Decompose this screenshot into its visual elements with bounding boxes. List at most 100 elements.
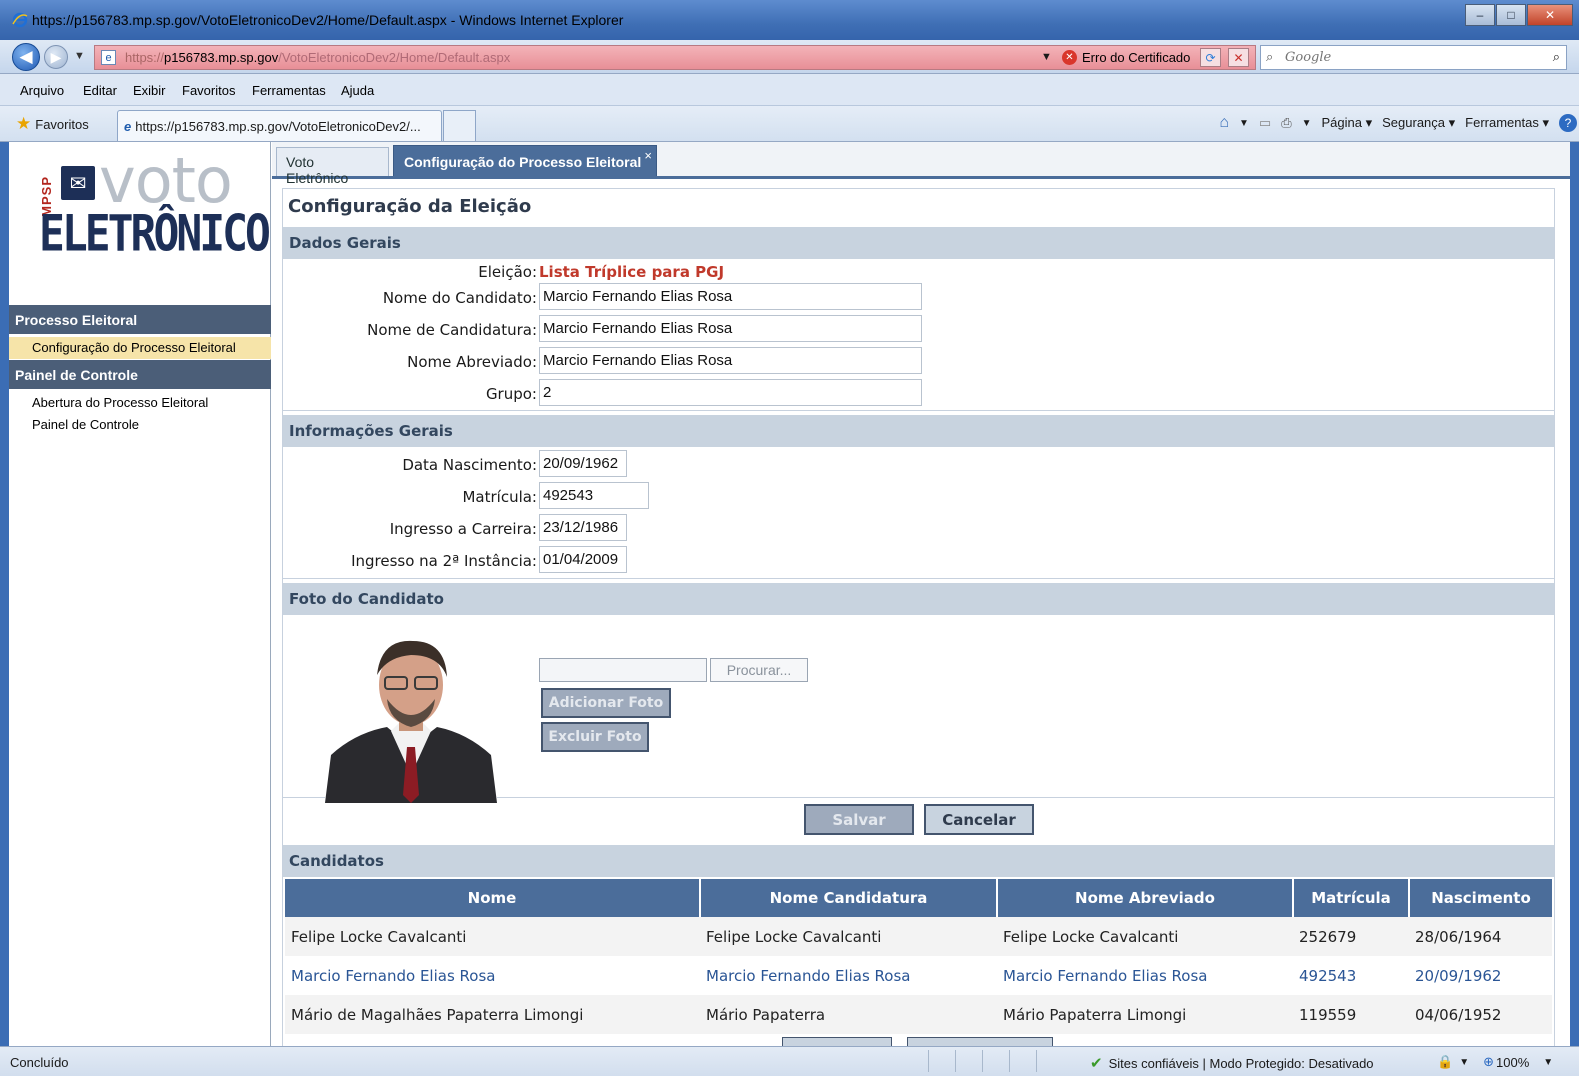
grupo-label: Grupo: <box>485 385 537 403</box>
ballot-box-icon: ✉ <box>61 166 95 200</box>
column-header-nome-candidatura[interactable]: Nome Candidatura <box>700 879 998 917</box>
nome-candidatura-field[interactable] <box>539 315 922 342</box>
menu-arquivo[interactable]: Arquivo <box>20 83 64 98</box>
ingresso-segunda-instancia-field[interactable] <box>539 546 627 573</box>
status-bar: Concluído ✔ Sites confiáveis | Modo Prot… <box>0 1046 1579 1076</box>
zoom-icon[interactable]: ⊕ <box>1483 1054 1494 1070</box>
tab-configuracao[interactable]: Configuração do Processo Eleitoral × <box>393 145 657 176</box>
data-nascimento-field[interactable] <box>539 450 627 477</box>
page-title: Configuração da Eleição <box>288 196 532 217</box>
home-dropdown-icon[interactable]: ▼ <box>1239 118 1249 129</box>
status-separators <box>928 1050 1063 1072</box>
cell-nome: Felipe Locke Cavalcanti <box>285 917 700 956</box>
menu-editar[interactable]: Editar <box>83 83 117 98</box>
zoom-level[interactable]: 100% <box>1496 1055 1529 1070</box>
delete-photo-button[interactable]: Excluir Foto <box>541 722 649 752</box>
voto-eletronico-logo: MPSP ✉ voto ELETRÔNICO <box>39 150 271 266</box>
url-path: /VotoEletronicoDev2/Home/Default.aspx <box>278 50 511 65</box>
matricula-label: Matrícula: <box>462 488 537 506</box>
recent-pages-dropdown-icon[interactable]: ▼ <box>74 50 85 62</box>
tab-close-icon[interactable]: × <box>644 148 652 163</box>
nome-candidatura-label: Nome de Candidatura: <box>367 321 537 339</box>
close-window-button[interactable]: ✕ <box>1527 4 1573 26</box>
column-header-nascimento[interactable]: Nascimento <box>1409 879 1552 917</box>
maximize-button[interactable]: □ <box>1496 4 1526 26</box>
minimize-button[interactable]: – <box>1465 4 1495 26</box>
column-header-matricula[interactable]: Matrícula <box>1293 879 1410 917</box>
zone-dropdown-icon[interactable]: ▼ <box>1459 1057 1469 1068</box>
foto-candidato-body: Procurar... Adicionar Foto Excluir Foto <box>283 615 1554 803</box>
command-bar: ⌂ ▼ ▭ ⎙ ▼ Página ▾ Segurança ▾ Ferrament… <box>1219 114 1579 132</box>
feeds-icon[interactable]: ▭ <box>1259 115 1271 131</box>
sidebar-item-abertura[interactable]: Abertura do Processo Eleitoral <box>9 392 271 414</box>
column-header-nome-abreviado[interactable]: Nome Abreviado <box>997 879 1294 917</box>
search-box[interactable]: ⌕ ⌕ <box>1260 45 1567 70</box>
home-icon[interactable]: ⌂ <box>1219 114 1229 132</box>
logo-voto-text: voto <box>99 144 233 217</box>
menu-bar: Arquivo Editar Exibir Favoritos Ferramen… <box>0 74 1579 106</box>
nome-abreviado-field[interactable] <box>539 347 922 374</box>
section-foto-candidato: Foto do Candidato <box>283 583 1554 615</box>
favorites-bar: ★ Favoritos e https://p156783.mp.sp.gov/… <box>0 106 1579 142</box>
cell-matricula: 252679 <box>1293 917 1409 956</box>
zoom-dropdown-icon[interactable]: ▼ <box>1543 1057 1553 1068</box>
forward-button[interactable]: ▶ <box>44 45 68 69</box>
url-text[interactable]: https://p156783.mp.sp.gov/VotoEletronico… <box>125 50 510 65</box>
menu-exibir[interactable]: Exibir <box>133 83 166 98</box>
ingresso-carreira-field[interactable] <box>539 514 627 541</box>
cancel-button[interactable]: Cancelar <box>924 804 1034 835</box>
candidate-photo <box>325 635 497 803</box>
protected-mode-icon[interactable]: 🔒 <box>1437 1054 1453 1070</box>
address-dropdown-icon[interactable]: ▼ <box>1041 51 1052 63</box>
tools-menu[interactable]: Ferramentas ▾ <box>1465 115 1549 131</box>
stop-icon[interactable]: ✕ <box>1228 48 1249 67</box>
table-row[interactable]: Mário de Magalhães Papaterra Limongi Már… <box>285 995 1552 1034</box>
menu-ferramentas[interactable]: Ferramentas <box>252 83 326 98</box>
help-icon[interactable]: ? <box>1559 114 1577 132</box>
table-row[interactable]: Marcio Fernando Elias Rosa Marcio Fernan… <box>285 956 1552 995</box>
page-menu[interactable]: Página ▾ <box>1322 115 1373 131</box>
security-menu[interactable]: Segurança ▾ <box>1382 115 1455 131</box>
menu-ajuda[interactable]: Ajuda <box>341 83 374 98</box>
photo-file-input[interactable] <box>539 658 707 682</box>
back-button[interactable]: ◀ <box>12 43 40 71</box>
save-button[interactable]: Salvar <box>804 804 914 835</box>
menu-favoritos[interactable]: Favoritos <box>182 83 235 98</box>
browser-tab[interactable]: e https://p156783.mp.sp.gov/VotoEletroni… <box>117 110 442 141</box>
checkmark-icon: ✔ <box>1090 1055 1103 1072</box>
refresh-icon[interactable]: ⟳ <box>1200 48 1221 67</box>
nome-candidato-field[interactable] <box>539 283 922 310</box>
browse-button[interactable]: Procurar... <box>710 658 808 682</box>
window-title: https://p156783.mp.sp.gov/VotoEletronico… <box>32 12 624 28</box>
sidebar-item-configuracao[interactable]: Configuração do Processo Eleitoral <box>9 337 271 359</box>
cell-nascimento: 20/09/1962 <box>1409 956 1552 995</box>
new-tab-button[interactable] <box>443 110 476 141</box>
address-bar[interactable]: e https://p156783.mp.sp.gov/VotoEletroni… <box>94 45 1256 70</box>
add-photo-button[interactable]: Adicionar Foto <box>541 688 671 718</box>
forward-arrow-icon: ▶ <box>50 48 62 65</box>
informacoes-gerais-body: Data Nascimento: Matrícula: Ingresso a C… <box>283 447 1554 579</box>
certificate-error-icon[interactable]: ✕ <box>1062 50 1077 65</box>
ingresso-carreira-label: Ingresso a Carreira: <box>389 520 537 538</box>
column-header-nome[interactable]: Nome <box>285 879 701 917</box>
security-zone[interactable]: ✔ Sites confiáveis | Modo Protegido: Des… <box>1090 1054 1374 1072</box>
favorites-label: Favoritos <box>35 116 89 132</box>
print-dropdown-icon[interactable]: ▼ <box>1302 118 1312 129</box>
search-input[interactable] <box>1285 48 1535 67</box>
search-icon[interactable]: ⌕ <box>1553 49 1560 65</box>
cell-nome-candidatura: Felipe Locke Cavalcanti <box>700 917 997 956</box>
cell-matricula: 119559 <box>1293 995 1409 1034</box>
certificate-error-label[interactable]: Erro do Certificado <box>1082 50 1190 65</box>
section-informacoes-gerais: Informações Gerais <box>283 415 1554 447</box>
table-row[interactable]: Felipe Locke Cavalcanti Felipe Locke Cav… <box>285 917 1552 956</box>
address-toolbar: ◀ ▶ ▼ e https://p156783.mp.sp.gov/VotoEl… <box>0 40 1579 74</box>
favorites-button[interactable]: ★ Favoritos <box>16 112 89 136</box>
logo-eletronico-text: ELETRÔNICO <box>39 205 271 263</box>
print-icon[interactable]: ⎙ <box>1281 115 1291 131</box>
tab-voto-eletronico[interactable]: Voto Eletrônico <box>276 147 389 186</box>
matricula-field[interactable] <box>539 482 649 509</box>
grupo-field[interactable] <box>539 379 922 406</box>
sidebar-item-painel[interactable]: Painel de Controle <box>9 414 271 436</box>
main-area: Voto Eletrônico Configuração do Processo… <box>272 142 1570 1049</box>
web-page: MPSP ✉ voto ELETRÔNICO Processo Eleitora… <box>9 142 1570 1049</box>
